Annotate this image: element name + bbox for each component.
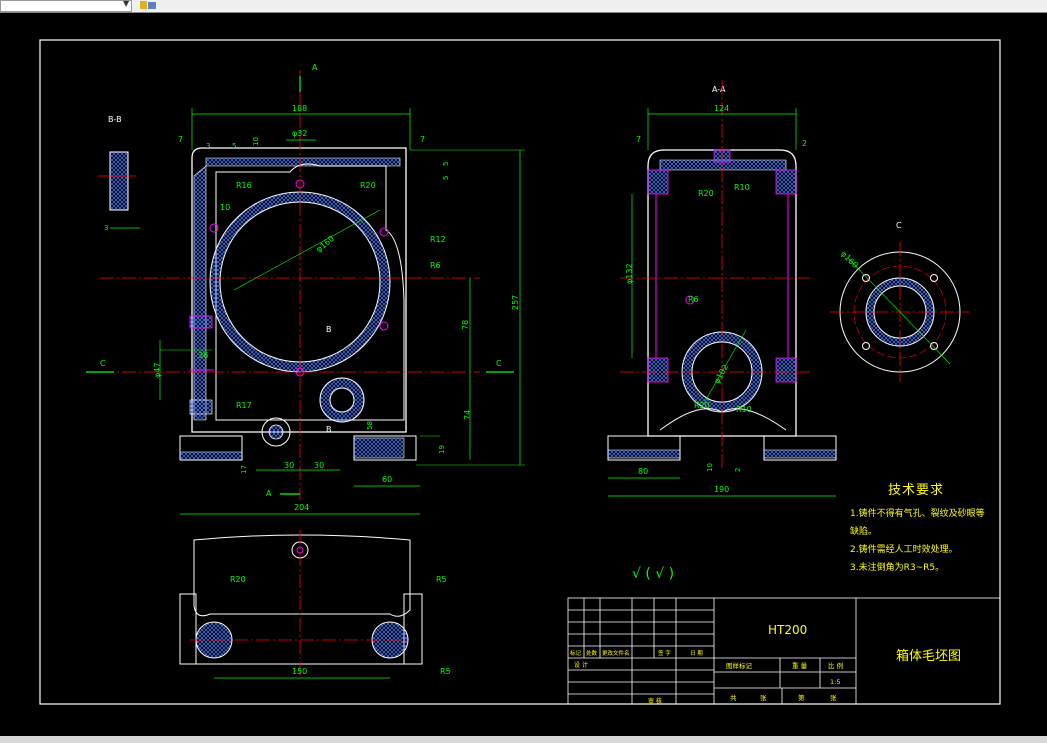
bottom-view: R20 R5 R5 150 xyxy=(179,530,451,679)
dim-front-5a: 5 xyxy=(442,162,450,166)
dim-side-190: 190 xyxy=(714,485,729,494)
tech-item-2: 缺陷。 xyxy=(850,525,877,537)
dim-front-60: 60 xyxy=(382,475,392,484)
dim-front-78: 78 xyxy=(461,320,470,330)
tb-scale-value: 1:5 xyxy=(830,678,840,686)
dim-side-r10b: R10 xyxy=(736,405,752,414)
dim-front-74: 74 xyxy=(463,410,472,420)
dim-side-10: 10 xyxy=(706,463,714,472)
dim-front-dia32: φ32 xyxy=(292,129,307,138)
tb-sheet-unit: 张 xyxy=(830,693,837,702)
dim-front-5b: 5 xyxy=(442,176,450,180)
front-view: 188 φ32 7 7 10 5 R16 R20 10 R12 R6 φ160 … xyxy=(86,63,525,515)
dim-side-r20: R20 xyxy=(698,189,714,198)
tb-material: HT200 xyxy=(768,623,807,637)
dim-front-10b: 10 xyxy=(220,203,230,212)
dim-front-10: 10 xyxy=(252,137,260,146)
section-b-lower: B xyxy=(326,425,332,434)
dim-front-r12: R12 xyxy=(430,235,446,244)
label-aa: A-A xyxy=(712,85,726,94)
dim-front-30a: 30 xyxy=(284,461,294,470)
label-bb: B-B xyxy=(108,115,122,124)
tb-scale-label: 比 例 xyxy=(828,661,843,670)
dim-front-36: 36 xyxy=(198,351,208,360)
dim-side-7: 7 xyxy=(636,135,641,144)
tb-rev-label-5: 日 期 xyxy=(690,650,703,657)
chevron-down-icon[interactable]: ▼ xyxy=(123,0,129,8)
dim-front-188: 188 xyxy=(292,104,307,113)
dim-side-r10: R10 xyxy=(734,183,750,192)
dim-side-r6: R6 xyxy=(688,295,699,304)
dim-side-2: 2 xyxy=(802,139,807,148)
dim-bottom-150: 150 xyxy=(292,667,307,676)
section-c-right: C xyxy=(496,359,502,368)
tb-rev-label-4: 签 字 xyxy=(658,649,671,657)
tb-design-label: 设 计 xyxy=(574,661,588,669)
dim-front-204: 204 xyxy=(294,503,309,512)
dim-front-19: 19 xyxy=(438,445,446,454)
tech-heading: 技术要求 xyxy=(888,483,944,498)
dim-front-17: 17 xyxy=(240,465,248,474)
tb-rev-label-3: 更改文件名 xyxy=(602,649,630,657)
section-a-top: A xyxy=(312,63,318,72)
dim-front-58: 58 xyxy=(366,421,374,430)
label-c-view: C xyxy=(896,221,902,230)
title-block-text: HT200 箱体毛坯图 标记 处数 更改文件名 签 字 日 期 设 计 审 核 … xyxy=(570,623,961,705)
dim-front-30b: 30 xyxy=(314,461,324,470)
tb-sheet-label: 第 xyxy=(798,693,805,702)
tb-drawing-name: 箱体毛坯图 xyxy=(896,648,961,664)
cad-toolbar: ▼ xyxy=(0,0,1047,13)
tb-sheet-total-unit: 张 xyxy=(760,693,767,702)
dim-bottom-r5b: R5 xyxy=(440,667,451,676)
side-view-aa: A-A 124 7 2 R20 R10 φ132 R6 φ102 R20 R10… xyxy=(607,80,837,497)
tech-item-3: 2.铸件需经人工时效处理。 xyxy=(850,543,958,555)
status-bar xyxy=(0,736,1047,743)
dim-bb-3: 3 xyxy=(104,224,108,232)
dim-front-5c: 5 xyxy=(232,142,236,150)
dim-side-2b: 2 xyxy=(734,468,742,472)
tb-sheet-total-label: 共 xyxy=(730,693,737,702)
dim-front-r20: R20 xyxy=(360,181,376,190)
toolbar-tool-icon[interactable] xyxy=(138,0,158,10)
dim-front-r6: R6 xyxy=(430,261,441,270)
dim-front-257: 257 xyxy=(511,295,520,310)
section-b-upper: B xyxy=(326,325,332,334)
dim-side-80: 80 xyxy=(638,467,648,476)
tech-item-1: 1.铸件不得有气孔、裂纹及砂眼等 xyxy=(850,507,985,519)
tb-review-label: 审 核 xyxy=(648,697,662,705)
view-c: C φ160 xyxy=(830,221,970,382)
tb-stage-label: 图样标记 xyxy=(726,661,753,670)
dim-front-7a: 7 xyxy=(178,135,183,144)
section-c-left: C xyxy=(100,359,106,368)
tech-requirements: 技术要求 1.铸件不得有气孔、裂纹及砂眼等 缺陷。 2.铸件需经人工时效处理。 … xyxy=(850,483,985,573)
tech-item-4: 3.未注倒角为R3~R5。 xyxy=(850,561,944,573)
dim-side-124: 124 xyxy=(714,104,729,113)
tb-rev-label-1: 标记 xyxy=(570,649,582,657)
drawing-canvas[interactable]: B-B 3 188 φ32 7 7 10 5 R16 R20 10 R12 R6… xyxy=(0,14,1047,736)
dim-bottom-r5a: R5 xyxy=(436,575,447,584)
dim-front-dia47: φ47 xyxy=(153,363,162,378)
dim-front-r17: R17 xyxy=(236,401,252,410)
dim-front-r16: R16 xyxy=(236,181,252,190)
dim-side-r20b: R20 xyxy=(694,401,710,410)
tb-rev-label-2: 处数 xyxy=(586,649,598,657)
dim-front-3: 3 xyxy=(206,142,210,150)
dim-side-dia132: φ132 xyxy=(625,263,634,284)
dim-bottom-r20: R20 xyxy=(230,575,246,584)
layer-dropdown[interactable]: ▼ xyxy=(0,0,132,12)
tb-weight-label: 重 量 xyxy=(792,662,808,670)
section-bb-view: B-B 3 xyxy=(98,115,140,232)
roughness-symbol: √ ( √ ) xyxy=(632,566,674,582)
section-a-bottom: A xyxy=(266,489,272,498)
dim-front-7b: 7 xyxy=(420,135,425,144)
